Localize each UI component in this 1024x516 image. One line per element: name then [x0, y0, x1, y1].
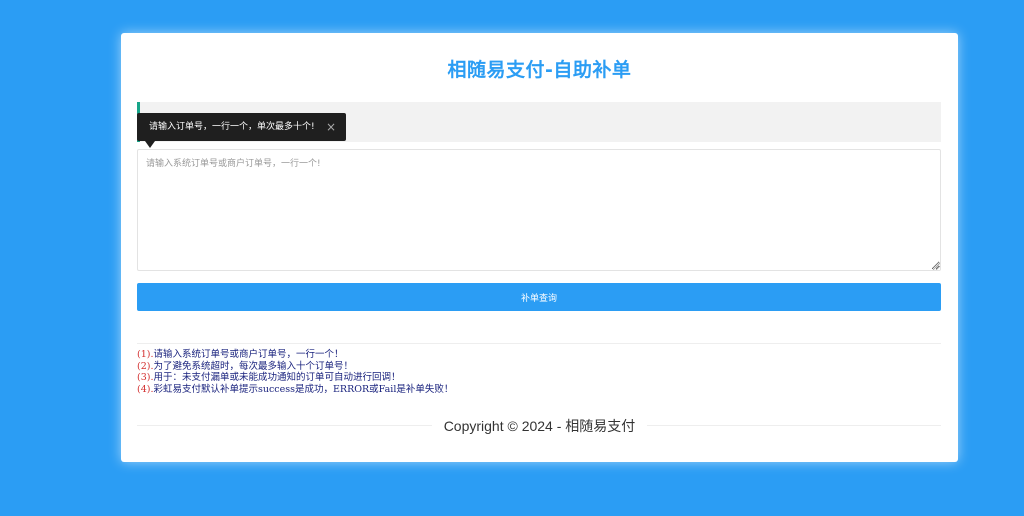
- order-number-input[interactable]: [137, 149, 941, 271]
- footer: Copyright © 2024 - 相随易支付: [121, 416, 958, 436]
- self-service-card: 相随易支付-自助补单 请输入订单号，一行一个，单次最多十个! × 补单查询 (1…: [121, 33, 958, 462]
- copyright-text: Copyright © 2024 - 相随易支付: [431, 418, 648, 434]
- divider: [137, 343, 941, 344]
- tooltip-text: 请输入订单号，一行一个，单次最多十个!: [149, 122, 315, 132]
- close-icon[interactable]: ×: [326, 113, 336, 141]
- list-item: (3).用于：未支付漏单或未能成功通知的订单可自动进行回调！: [137, 372, 401, 383]
- tooltip-arrow: [145, 141, 155, 148]
- list-item: (2).为了避免系统超时，每次最多输入十个订单号！: [137, 360, 353, 372]
- instructions-list: (1).请输入系统订单号或商户订单号，一行一个！ (2).为了避免系统超时，每次…: [137, 349, 453, 395]
- list-item: (4).彩虹易支付默认补单提示success是成功，ERROR或Fail是补单失…: [137, 383, 454, 395]
- page-title: 相随易支付-自助补单: [447, 59, 632, 81]
- input-tooltip: 请输入订单号，一行一个，单次最多十个! ×: [137, 113, 346, 148]
- list-item: (1).请输入系统订单号或商户订单号，一行一个！: [137, 349, 344, 360]
- submit-query-button[interactable]: 补单查询: [137, 283, 941, 311]
